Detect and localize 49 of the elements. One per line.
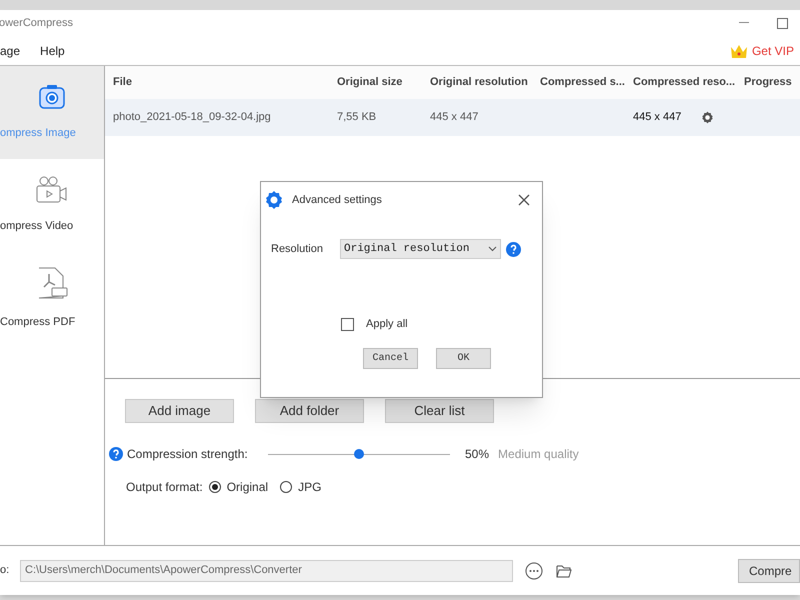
maximize-icon[interactable]: [777, 18, 788, 28]
dialog-button[interactable]: OK: [436, 348, 491, 368]
resolution-dropdown[interactable]: Original resolution: [340, 239, 501, 259]
minimize-icon[interactable]: [739, 22, 749, 24]
more-icon[interactable]: [525, 562, 543, 580]
help-icon[interactable]: [506, 242, 521, 256]
close-icon[interactable]: [518, 194, 530, 206]
compression-slider[interactable]: [268, 448, 450, 460]
column-header[interactable]: Original size: [329, 74, 422, 91]
action-button[interactable]: Add image: [125, 399, 234, 423]
radio-button[interactable]: [280, 481, 292, 493]
table-cell-text: 445 x 447: [633, 110, 682, 126]
table-cell-text: 7,55 KB: [337, 110, 376, 126]
folder-icon[interactable]: [556, 564, 572, 578]
output-format-label: Output format:: [126, 479, 203, 496]
column-header[interactable]: Progress: [736, 74, 796, 91]
get-vip-link[interactable]: Get VIP: [752, 42, 794, 60]
resolution-label: Resolution: [271, 242, 324, 257]
quality-label: Medium quality: [498, 446, 579, 463]
video-camera-icon: [35, 176, 69, 204]
table-row[interactable]: photo_2021-05-18_09-32-04.jpg 7,55 KB 445 x 447 445 x 447: [105, 99, 800, 136]
chevron-icon: [488, 246, 497, 252]
compress-button[interactable]: Compre: [738, 558, 800, 582]
output-path-field[interactable]: C:\Users\merch\Documents\ApowerCompress\Converter: [20, 560, 513, 582]
action-button[interactable]: Clear list: [385, 399, 494, 423]
column-header[interactable]: Original resolution: [422, 74, 532, 91]
gear-icon[interactable]: [701, 111, 714, 124]
dialog-button[interactable]: Cancel: [363, 348, 418, 368]
radio-label: Original: [226, 479, 268, 496]
radio-button[interactable]: [208, 481, 221, 493]
apply-all-label: Apply all: [366, 317, 408, 332]
menu-item[interactable]: Help: [40, 42, 65, 60]
menu-item[interactable]: age: [0, 42, 20, 60]
table-cell-text: photo_2021-05-18_09-32-04.jpg: [113, 110, 271, 126]
camera-icon: [38, 83, 66, 112]
column-header[interactable]: File: [105, 74, 329, 91]
radio-label: JPG: [298, 479, 322, 496]
column-header[interactable]: Compressed reso...: [625, 74, 736, 91]
apply-all-checkbox[interactable]: [341, 318, 354, 331]
table-cell-text: 445 x 447: [430, 110, 478, 126]
crown-icon[interactable]: [730, 42, 748, 58]
column-header[interactable]: Compressed s...: [532, 74, 625, 91]
percent-value: 50%: [465, 446, 490, 463]
gear-icon: [264, 190, 284, 210]
help-icon[interactable]: [109, 447, 123, 461]
dialog-title: Advanced settings: [292, 192, 382, 208]
compression-label: Compression strength:: [127, 446, 249, 463]
output-label: o:: [0, 563, 10, 578]
action-button[interactable]: Add folder: [255, 399, 364, 423]
